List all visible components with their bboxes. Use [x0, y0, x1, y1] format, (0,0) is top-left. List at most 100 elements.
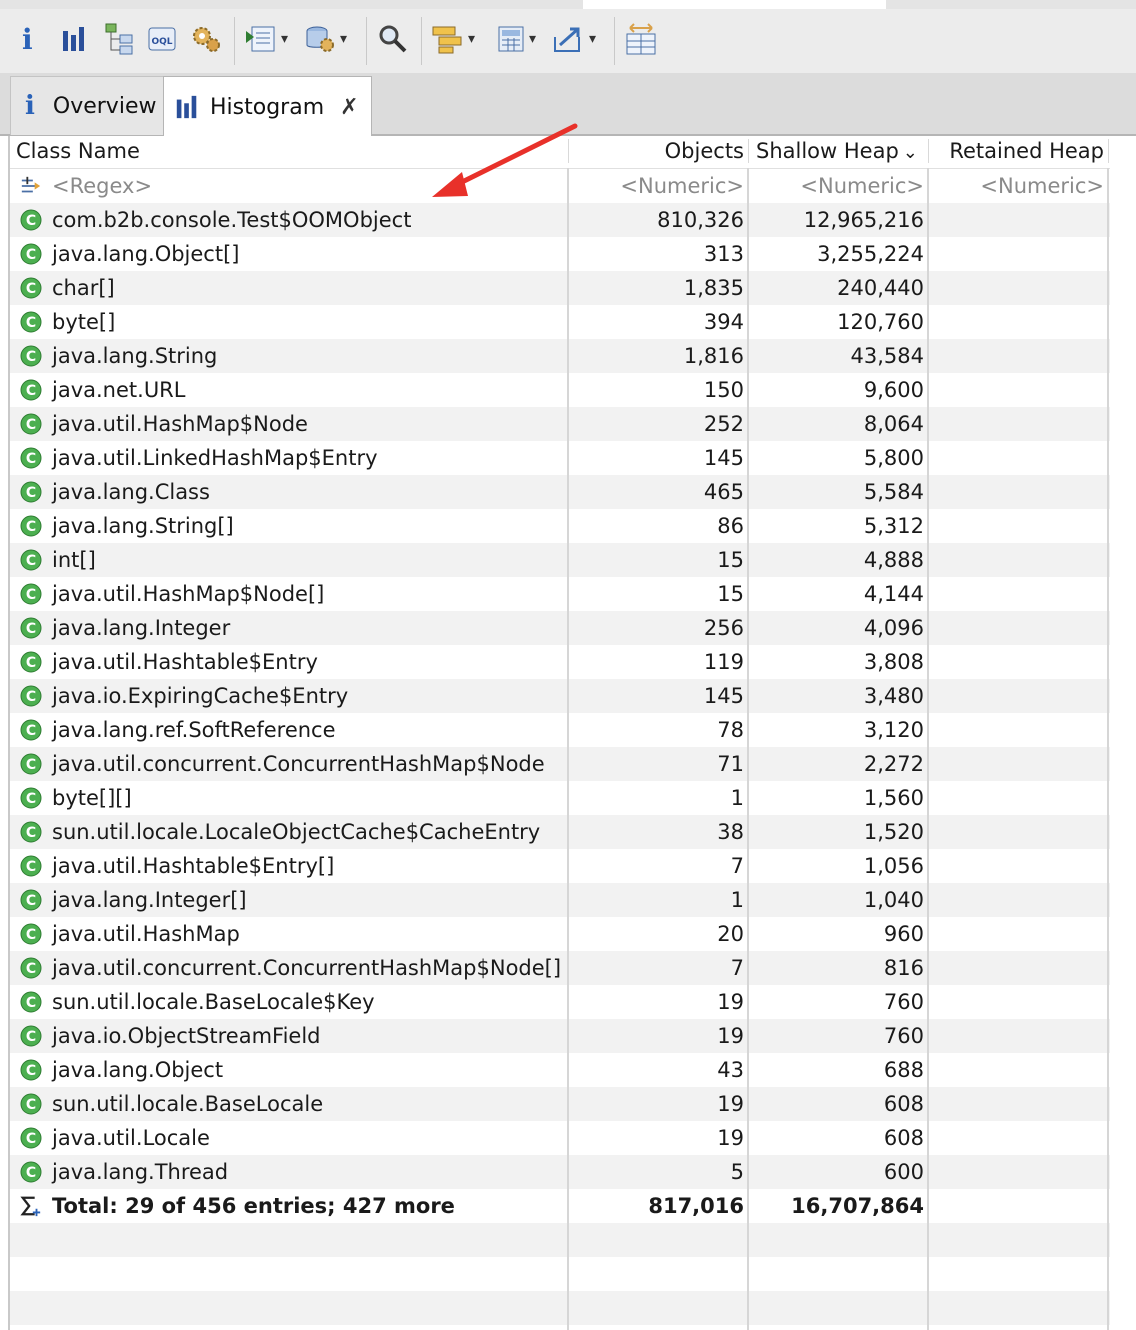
class-name: com.b2b.console.Test$OOMObject — [52, 208, 412, 232]
table-row[interactable]: Cjava.io.ObjectStreamField 19 760 — [10, 1019, 1110, 1053]
table-row[interactable]: Cjava.lang.Integer 256 4,096 — [10, 611, 1110, 645]
class-icon: C — [20, 379, 42, 401]
filter-class-name[interactable]: <Regex> — [52, 169, 152, 203]
table-row[interactable]: Csun.util.locale.BaseLocale$Key 19 760 — [10, 985, 1110, 1019]
chevron-down-icon: ▾ — [589, 31, 597, 47]
table-row[interactable]: Cjava.lang.String 1,816 43,584 — [10, 339, 1110, 373]
table-row[interactable]: Cjava.util.concurrent.ConcurrentHashMap$… — [10, 951, 1110, 985]
table-row[interactable]: Csun.util.locale.BaseLocale 19 608 — [10, 1087, 1110, 1121]
tab-histogram[interactable]: Histogram ✗ — [163, 76, 372, 137]
table-row[interactable]: Cjava.util.HashMap$Node[] 15 4,144 — [10, 577, 1110, 611]
svg-text:C: C — [26, 383, 36, 399]
class-name: java.lang.Integer[] — [52, 888, 247, 912]
class-name: java.io.ExpiringCache$Entry — [52, 684, 349, 708]
objects-count: 7 — [730, 956, 744, 980]
chevron-down-icon: ▾ — [281, 31, 289, 47]
shallow-heap-value: 2,272 — [863, 752, 924, 776]
thread-overview-button[interactable] — [190, 20, 222, 58]
table-row[interactable]: Cjava.util.LinkedHashMap$Entry 145 5,800 — [10, 441, 1110, 475]
table-row[interactable]: Cjava.io.ExpiringCache$Entry 145 3,480 — [10, 679, 1110, 713]
class-name: java.util.concurrent.ConcurrentHashMap$N… — [52, 752, 545, 776]
toolbar: i OQL ▾ ▾ ▾ ▾ ▾ — [0, 9, 1136, 73]
table-row[interactable]: Cjava.util.HashMap 20 960 — [10, 917, 1110, 951]
svg-text:C: C — [26, 519, 36, 535]
filter-retained-heap[interactable]: <Numeric> — [930, 169, 1104, 203]
shallow-heap-value: 5,312 — [863, 514, 924, 538]
filter-row[interactable]: <Regex> <Numeric> <Numeric> <Numeric> — [10, 169, 1110, 203]
filter-objects[interactable]: <Numeric> — [570, 169, 744, 203]
table-row[interactable]: Cjava.util.concurrent.ConcurrentHashMap$… — [10, 747, 1110, 781]
column-grid-line — [567, 168, 569, 1330]
run-report-icon — [246, 26, 275, 52]
table-row[interactable]: Cjava.lang.Thread 5 600 — [10, 1155, 1110, 1189]
class-icon: C — [20, 447, 42, 469]
table-row[interactable]: Ccom.b2b.console.Test$OOMObject 810,326 12… — [10, 203, 1110, 237]
svg-text:C: C — [26, 1029, 36, 1045]
table-row[interactable]: Cjava.lang.Object[] 313 3,255,224 — [10, 237, 1110, 271]
group-by-button[interactable]: ▾ — [431, 20, 475, 58]
table-row[interactable]: Cjava.net.URL 150 9,600 — [10, 373, 1110, 407]
class-name: java.util.Hashtable$Entry — [52, 650, 318, 674]
filter-shallow-heap[interactable]: <Numeric> — [750, 169, 924, 203]
table-row[interactable]: Cjava.util.Hashtable$Entry[] 7 1,056 — [10, 849, 1110, 883]
query-browser-button[interactable]: ▾ — [303, 20, 347, 58]
search-button[interactable] — [377, 20, 409, 58]
class-icon: C — [20, 583, 42, 605]
class-name: char[] — [52, 276, 115, 300]
table-row[interactable]: Cjava.lang.Class 465 5,584 — [10, 475, 1110, 509]
table-row[interactable]: Cjava.lang.Integer[] 1 1,040 — [10, 883, 1110, 917]
tab-overview[interactable]: i Overview — [10, 76, 164, 135]
table-row[interactable]: Cbyte[] 394 120,760 — [10, 305, 1110, 339]
table-row[interactable]: Cjava.util.HashMap$Node 252 8,064 — [10, 407, 1110, 441]
table-row[interactable]: Cjava.util.Locale 19 608 — [10, 1121, 1110, 1155]
column-header-objects[interactable]: Objects — [570, 136, 744, 168]
table-row[interactable]: Cbyte[][] 1 1,560 — [10, 781, 1110, 815]
svg-text:C: C — [26, 757, 36, 773]
shallow-heap-value: 1,560 — [863, 786, 924, 810]
svg-text:C: C — [26, 349, 36, 365]
shallow-heap-value: 760 — [883, 1024, 924, 1048]
class-name: java.util.Hashtable$Entry[] — [52, 854, 335, 878]
table-row[interactable]: Cjava.lang.String[] 86 5,312 — [10, 509, 1110, 543]
compare-results-button[interactable] — [624, 20, 658, 58]
oql-button[interactable]: OQL — [147, 20, 177, 58]
shallow-heap-value: 4,096 — [863, 616, 924, 640]
class-icon: C — [20, 209, 42, 231]
histogram-button[interactable] — [60, 20, 88, 58]
class-name: java.lang.String — [52, 344, 218, 368]
objects-count: 145 — [703, 446, 744, 470]
class-icon: C — [20, 311, 42, 333]
calculate-retained-button[interactable]: ▾ — [496, 20, 536, 58]
column-header-shallow-heap[interactable]: Shallow Heap ⌄ — [756, 136, 918, 168]
run-report-button[interactable]: ▾ — [244, 20, 288, 58]
table-row[interactable]: Csun.util.locale.LocaleObjectCache$Cache… — [10, 815, 1110, 849]
objects-count: 71 — [717, 752, 744, 776]
dominator-tree-button[interactable] — [104, 20, 136, 58]
svg-text:C: C — [26, 893, 36, 909]
objects-count: 15 — [717, 582, 744, 606]
export-button[interactable]: ▾ — [552, 20, 596, 58]
objects-count: 150 — [703, 378, 744, 402]
column-header-class-name[interactable]: Class Name — [16, 136, 140, 168]
chevron-down-icon: ▾ — [340, 31, 348, 47]
tab-histogram-label: Histogram — [210, 94, 325, 120]
column-header-retained-heap[interactable]: Retained Heap — [930, 136, 1104, 168]
close-icon[interactable]: ✗ — [340, 95, 358, 120]
info-button[interactable]: i — [22, 20, 33, 58]
histogram-icon — [63, 27, 84, 51]
objects-count: 15 — [717, 548, 744, 572]
table-row[interactable]: Cjava.lang.Object 43 688 — [10, 1053, 1110, 1087]
tab-overview-label: Overview — [52, 93, 157, 119]
editor-tab-bar: i Overview Histogram ✗ — [0, 73, 1136, 137]
class-name: java.net.URL — [52, 378, 186, 402]
shallow-heap-value: 1,056 — [863, 854, 924, 878]
class-icon: C — [20, 957, 42, 979]
objects-count: 252 — [703, 412, 744, 436]
table-row[interactable]: Cjava.util.Hashtable$Entry 119 3,808 — [10, 645, 1110, 679]
svg-text:C: C — [26, 927, 36, 943]
column-divider — [568, 139, 569, 163]
table-row[interactable]: Cchar[] 1,835 240,440 — [10, 271, 1110, 305]
table-row[interactable]: Cint[] 15 4,888 — [10, 543, 1110, 577]
class-name: java.lang.Thread — [52, 1160, 229, 1184]
table-row[interactable]: Cjava.lang.ref.SoftReference 78 3,120 — [10, 713, 1110, 747]
